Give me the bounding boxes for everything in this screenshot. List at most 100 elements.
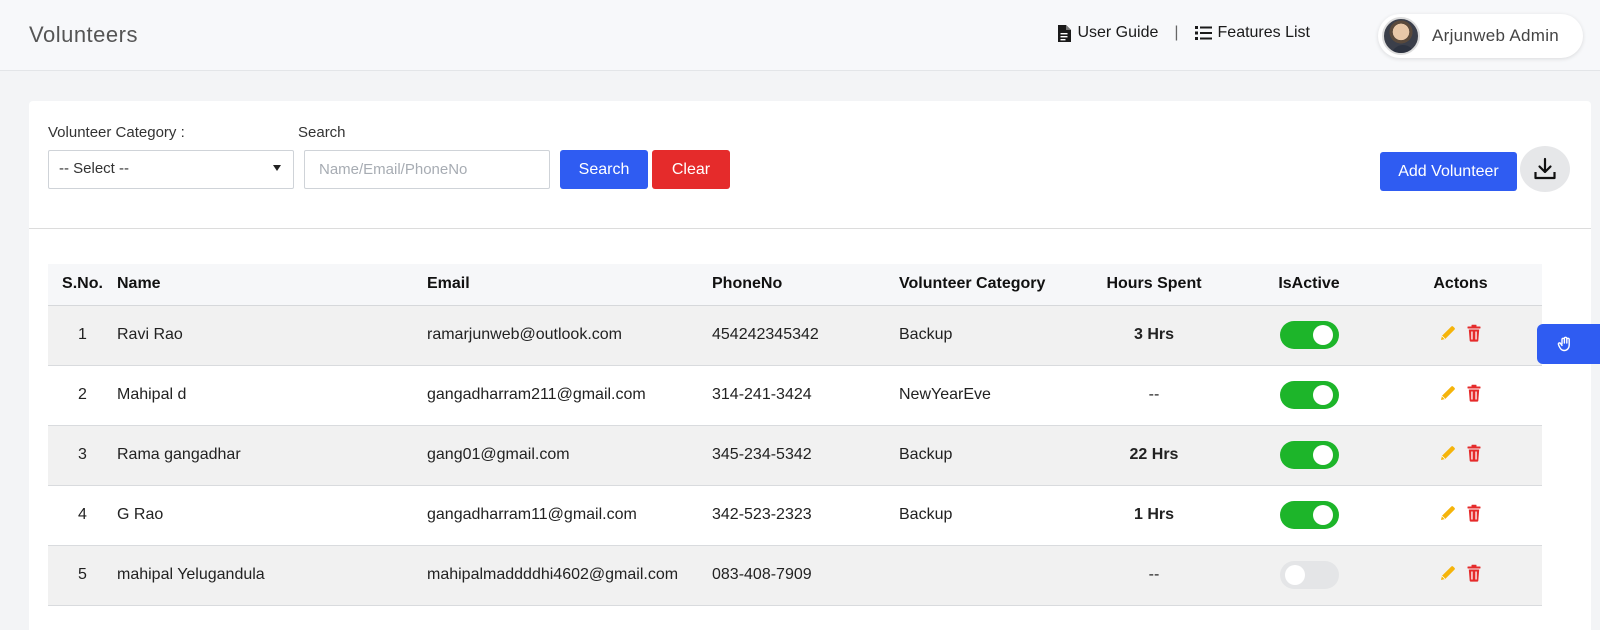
- pencil-icon[interactable]: [1439, 504, 1457, 522]
- col-name[interactable]: Name: [117, 264, 427, 306]
- cell-email: gangadharram11@gmail.com: [427, 485, 712, 546]
- page-title: Volunteers: [29, 22, 138, 47]
- col-actions: Actons: [1379, 264, 1542, 306]
- side-floating-tab[interactable]: [1537, 324, 1600, 364]
- table-row: 1 Ravi Rao ramarjunweb@outlook.com 45424234…: [48, 305, 1542, 366]
- cell-phone: 345-234-5342: [712, 425, 899, 486]
- toggle-knob: [1312, 385, 1333, 405]
- cell-category: Backup: [899, 425, 1069, 486]
- pencil-icon[interactable]: [1439, 384, 1457, 402]
- toggle-knob: [1312, 325, 1333, 345]
- volunteers-table: S.No. Name Email PhoneNo Volunteer Categ…: [48, 264, 1542, 606]
- pencil-icon[interactable]: [1439, 564, 1457, 582]
- cell-email: gang01@gmail.com: [427, 425, 712, 486]
- cell-active: [1239, 545, 1379, 606]
- category-select[interactable]: -- Select --: [48, 150, 294, 189]
- toggle-knob: [1312, 505, 1333, 525]
- header-separator: |: [1174, 24, 1179, 41]
- cell-actions: [1379, 425, 1542, 486]
- active-toggle[interactable]: [1279, 381, 1339, 409]
- pencil-icon[interactable]: [1439, 444, 1457, 462]
- cell-name: G Rao: [117, 485, 427, 546]
- cell-active: [1239, 365, 1379, 426]
- caret-down-icon: [273, 165, 281, 171]
- cell-name: Mahipal d: [117, 365, 427, 426]
- user-guide-label: User Guide: [1077, 24, 1159, 41]
- cell-actions: [1379, 485, 1542, 546]
- pencil-icon[interactable]: [1439, 324, 1457, 342]
- cell-category: NewYearEve: [899, 365, 1069, 426]
- cell-hours: 1 Hrs: [1069, 485, 1239, 546]
- cell-actions: [1379, 305, 1542, 366]
- trash-icon[interactable]: [1465, 444, 1483, 462]
- cell-hours: --: [1069, 545, 1239, 606]
- cell-sno: 5: [48, 545, 117, 606]
- col-category[interactable]: Volunteer Category: [899, 264, 1069, 306]
- cell-email: mahipalmaddddhi4602@gmail.com: [427, 545, 712, 606]
- active-toggle[interactable]: [1279, 441, 1339, 469]
- trash-icon[interactable]: [1465, 504, 1483, 522]
- features-list-label: Features List: [1217, 24, 1310, 41]
- add-volunteer-button[interactable]: Add Volunteer: [1380, 152, 1517, 191]
- user-guide-link[interactable]: User Guide: [1057, 24, 1158, 42]
- trash-icon[interactable]: [1465, 564, 1483, 582]
- trash-icon[interactable]: [1465, 324, 1483, 342]
- category-label: Volunteer Category :: [48, 124, 185, 141]
- header-links: User Guide | Features List: [1057, 24, 1310, 42]
- cell-phone: 314-241-3424: [712, 365, 899, 426]
- user-name: Arjunweb Admin: [1432, 26, 1560, 45]
- cell-actions: [1379, 365, 1542, 426]
- cell-sno: 4: [48, 485, 117, 546]
- table-row: 2 Mahipal d gangadharram211@gmail.com 314-2…: [48, 365, 1542, 426]
- col-phone[interactable]: PhoneNo: [712, 264, 899, 306]
- search-input[interactable]: [304, 150, 550, 189]
- avatar: [1382, 17, 1420, 55]
- table-row: 4G Rao gangadharram11@gmail.com 342-523-23…: [48, 485, 1542, 546]
- category-selected-value: -- Select --: [59, 160, 130, 177]
- cell-name: Ravi Rao: [117, 305, 427, 366]
- cell-email: gangadharram211@gmail.com: [427, 365, 712, 426]
- toggle-knob: [1284, 565, 1305, 585]
- col-sno[interactable]: S.No.: [48, 264, 117, 306]
- document-icon: [1058, 24, 1072, 42]
- table-header-row: S.No. Name Email PhoneNo Volunteer Categ…: [48, 264, 1542, 306]
- cell-category: Backup: [899, 485, 1069, 546]
- cell-phone: 342-523-2323: [712, 485, 899, 546]
- user-menu[interactable]: Arjunweb Admin: [1378, 14, 1583, 58]
- cell-sno: 3: [48, 425, 117, 486]
- trash-icon[interactable]: [1465, 384, 1483, 402]
- download-icon: [1534, 157, 1556, 180]
- col-active[interactable]: IsActive: [1239, 264, 1379, 306]
- col-email[interactable]: Email: [427, 264, 712, 306]
- cell-active: [1239, 425, 1379, 486]
- cell-hours: 22 Hrs: [1069, 425, 1239, 486]
- col-hours[interactable]: Hours Spent: [1069, 264, 1239, 306]
- cell-sno: 2: [48, 365, 117, 426]
- volunteers-card: Volunteer Category : -- Select -- Search…: [29, 101, 1591, 630]
- filter-bar: Volunteer Category : -- Select -- Search…: [29, 101, 1591, 229]
- cell-hours: 3 Hrs: [1069, 305, 1239, 366]
- top-header: Volunteers User Guide | Features List Ar…: [0, 0, 1600, 71]
- search-button[interactable]: Search: [560, 150, 648, 189]
- download-button[interactable]: [1520, 146, 1570, 192]
- features-list-link[interactable]: Features List: [1194, 24, 1310, 42]
- list-icon: [1194, 26, 1212, 40]
- cell-actions: [1379, 545, 1542, 606]
- search-label: Search: [298, 124, 346, 141]
- cell-category: [899, 545, 1069, 606]
- active-toggle[interactable]: [1279, 321, 1339, 349]
- hand-icon: [1557, 336, 1570, 352]
- cell-name: mahipal Yelugandula: [117, 545, 427, 606]
- cell-name: Rama gangadhar: [117, 425, 427, 486]
- toggle-knob: [1312, 445, 1333, 465]
- cell-phone: 454242345342: [712, 305, 899, 366]
- cell-phone: 083-408-7909: [712, 545, 899, 606]
- active-toggle[interactable]: [1279, 561, 1339, 589]
- cell-active: [1239, 485, 1379, 546]
- table-row: 5 mahipal Yelugandula mahipalmaddddhi4602@…: [48, 545, 1542, 606]
- table-row: 3 Rama gangadhar gang01@gmail.com 345-234-5…: [48, 425, 1542, 486]
- active-toggle[interactable]: [1279, 501, 1339, 529]
- cell-active: [1239, 305, 1379, 366]
- clear-button[interactable]: Clear: [652, 150, 730, 189]
- cell-sno: 1: [48, 305, 117, 366]
